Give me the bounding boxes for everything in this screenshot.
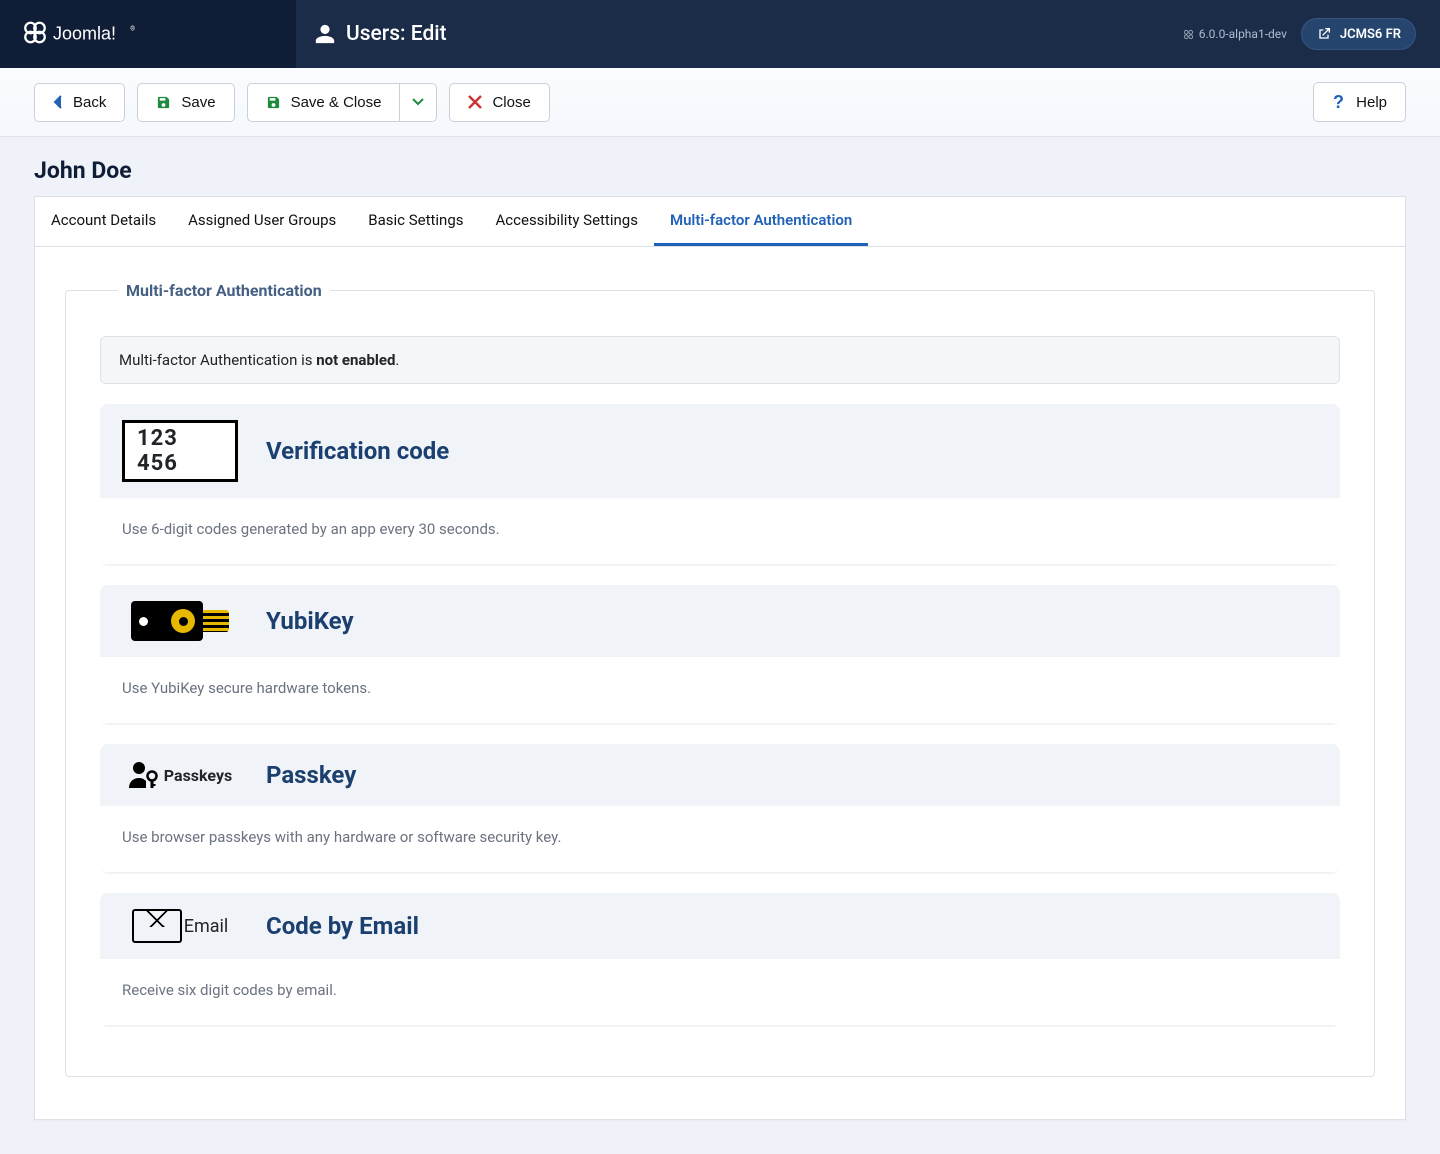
close-button[interactable]: Close [449,83,549,122]
tab-assigned-user-groups[interactable]: Assigned User Groups [172,197,352,246]
method-title: Verification code [266,437,449,465]
view-site-button[interactable]: JCMS6 FR [1301,18,1416,50]
joomla-logo-icon: Joomla! ® [18,19,178,49]
toolbar: Back Save Save & Close Close ? Help [0,68,1440,137]
svg-text:®: ® [130,25,135,32]
external-link-icon [1316,26,1332,42]
email-icon: Email [132,909,229,943]
save-close-dropdown[interactable] [400,83,437,122]
help-button[interactable]: ? Help [1313,82,1406,122]
question-icon: ? [1332,93,1346,111]
tab-multi-factor-authentication[interactable]: Multi-factor Authentication [654,197,868,246]
method-description: Use browser passkeys with any hardware o… [100,806,1340,873]
tab-account-details[interactable]: Account Details [35,197,172,246]
joomla-mini-icon [1183,29,1194,40]
save-button[interactable]: Save [137,83,234,122]
back-button[interactable]: Back [34,83,125,122]
method-title: YubiKey [266,607,354,635]
save-disk-icon [266,95,281,110]
mfa-status-alert: Multi-factor Authentication is not enabl… [100,336,1340,384]
verification-code-icon: 123 456 [122,420,238,482]
mfa-fieldset: Multi-factor Authentication Multi-factor… [65,281,1375,1077]
svg-text:?: ? [1333,93,1344,111]
page-title-wrap: Users: Edit [296,22,447,46]
chevron-left-icon [53,95,63,109]
version: 6.0.0-alpha1-dev [1183,27,1287,41]
tab-accessibility-settings[interactable]: Accessibility Settings [480,197,654,246]
chevron-down-icon [412,96,424,108]
fieldset-legend: Multi-factor Authentication [118,281,330,300]
mfa-method-passkey[interactable]: Passkeys Passkey Use browser passkeys with… [100,744,1340,873]
mfa-method-verification-code[interactable]: 123 456 Verification code Use 6-digit code… [100,404,1340,565]
mfa-method-code-by-email[interactable]: Email Code by Email Receive six digit code… [100,893,1340,1026]
page-title: Users: Edit [346,22,447,46]
tab-panel: Multi-factor Authentication Multi-factor… [34,246,1406,1120]
save-close-button[interactable]: Save & Close [247,83,401,122]
yubikey-icon [131,601,229,641]
user-icon [314,23,336,45]
method-description: Use 6-digit codes generated by an app ev… [100,498,1340,565]
tabs: Account DetailsAssigned User GroupsBasic… [34,196,1406,246]
save-disk-icon [156,95,171,110]
method-title: Code by Email [266,912,419,940]
user-name-heading: John Doe [0,137,1440,196]
method-description: Use YubiKey secure hardware tokens. [100,657,1340,724]
svg-text:Joomla!: Joomla! [53,23,116,43]
method-description: Receive six digit codes by email. [100,959,1340,1026]
tab-basic-settings[interactable]: Basic Settings [352,197,479,246]
brand[interactable]: Joomla! ® [0,0,296,68]
mfa-method-yubikey[interactable]: YubiKey Use YubiKey secure hardware token… [100,585,1340,724]
method-title: Passkey [266,761,356,789]
passkey-icon: Passkeys [128,760,232,790]
close-icon [468,95,482,109]
